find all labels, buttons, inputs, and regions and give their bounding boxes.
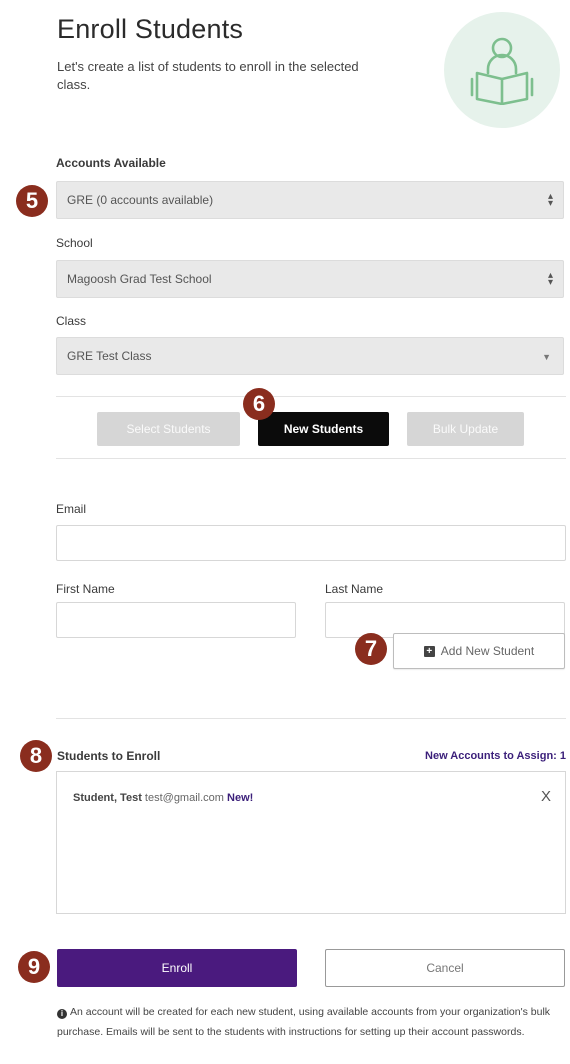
class-label: Class (56, 314, 87, 328)
enroll-button[interactable]: Enroll (57, 949, 297, 987)
students-to-enroll-label: Students to Enroll (57, 749, 161, 763)
select-arrows-icon: ▴ ▾ (547, 191, 553, 209)
student-email: test@gmail.com (144, 792, 224, 804)
tab-select-students[interactable]: Select Students (97, 412, 240, 446)
chevron-down-icon: ▼ (542, 352, 551, 362)
student-name: Student, Test (73, 792, 142, 804)
select-arrows-icon: ▴ ▾ (547, 270, 553, 288)
page-subtitle: Let's create a list of students to enrol… (57, 59, 359, 92)
school-select-value: Magoosh Grad Test School (67, 272, 212, 286)
new-tag: New! (227, 792, 254, 804)
callout-badge-6: 6 (243, 388, 275, 420)
email-field[interactable] (56, 525, 566, 561)
info-note: i An account will be created for each new… (57, 1002, 569, 1042)
accounts-select-value: GRE (0 accounts available) (67, 193, 214, 207)
list-item: Student, Test test@gmail.com New! (73, 792, 253, 804)
remove-student-icon[interactable]: X (541, 788, 551, 805)
section-divider (56, 718, 566, 719)
callout-badge-7: 7 (355, 633, 387, 665)
reading-student-icon (444, 12, 560, 128)
class-select[interactable]: GRE Test Class ▼ (56, 337, 564, 375)
callout-badge-8: 8 (20, 740, 52, 772)
last-name-label: Last Name (325, 582, 384, 596)
callout-badge-5: 5 (16, 185, 48, 217)
accounts-label: Accounts Available (56, 156, 166, 170)
add-new-student-button[interactable]: + Add New Student (393, 633, 565, 669)
add-new-student-label: Add New Student (440, 644, 535, 658)
class-select-value: GRE Test Class (67, 349, 152, 363)
tab-new-students[interactable]: New Students (258, 412, 389, 446)
plus-box-icon: + (423, 645, 435, 657)
new-accounts-to-assign: New Accounts to Assign: 1 (425, 750, 566, 762)
school-label: School (56, 236, 93, 250)
first-name-field[interactable] (56, 602, 296, 638)
callout-badge-9: 9 (18, 951, 50, 983)
page-title: Enroll Students (57, 14, 244, 44)
email-label: Email (56, 502, 87, 516)
school-select[interactable]: Magoosh Grad Test School ▴ ▾ (56, 260, 564, 298)
accounts-select[interactable]: GRE (0 accounts available) ▴ ▾ (56, 181, 564, 219)
info-icon: i (57, 1009, 67, 1019)
info-note-text: An account will be created for each new … (57, 1006, 551, 1038)
first-name-label: First Name (56, 582, 115, 596)
cancel-button[interactable]: Cancel (325, 949, 565, 987)
tab-bulk-update[interactable]: Bulk Update (407, 412, 524, 446)
students-to-enroll-list: Student, Test test@gmail.com New! X (56, 771, 566, 914)
tabbar-top-divider (56, 396, 566, 397)
tabbar-bottom-divider (56, 458, 566, 459)
